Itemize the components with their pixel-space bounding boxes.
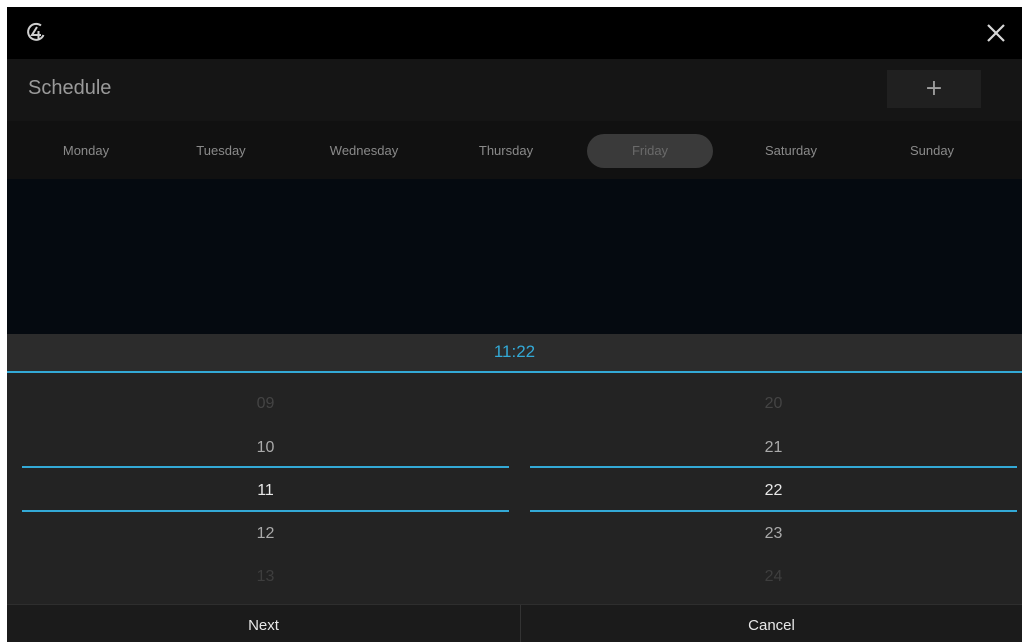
hour-option-selected[interactable]: 11 <box>22 482 509 500</box>
tab-thursday[interactable]: Thursday <box>447 134 565 168</box>
minute-selection-line-bottom <box>530 510 1017 512</box>
brand-logo-icon <box>27 22 45 41</box>
tab-tuesday[interactable]: Tuesday <box>162 134 280 168</box>
minute-selection-line-top <box>530 466 1017 468</box>
minute-option-selected[interactable]: 22 <box>530 482 1017 500</box>
minute-option[interactable]: 24 <box>530 568 1017 586</box>
app-window: Schedule + Monday Tuesday Wednesday Thur… <box>7 7 1022 642</box>
minute-option[interactable]: 20 <box>530 395 1017 413</box>
hour-option[interactable]: 12 <box>22 525 509 543</box>
hour-option[interactable]: 09 <box>22 395 509 413</box>
tab-saturday[interactable]: Saturday <box>732 134 850 168</box>
cancel-button[interactable]: Cancel <box>521 605 1022 642</box>
next-button[interactable]: Next <box>7 605 521 642</box>
selected-time: 11:22 <box>493 342 536 361</box>
hour-selection-line-top <box>22 466 509 468</box>
schedule-header: Schedule + <box>7 59 1022 121</box>
schedule-content-area <box>7 179 1022 334</box>
action-bar: Next Cancel <box>7 604 1022 642</box>
tab-friday[interactable]: Friday <box>587 134 713 168</box>
tab-monday[interactable]: Monday <box>27 134 145 168</box>
hour-option[interactable]: 13 <box>22 568 509 586</box>
hour-picker[interactable]: 09 10 11 12 13 <box>22 373 509 604</box>
tab-wednesday[interactable]: Wednesday <box>305 134 423 168</box>
minute-option[interactable]: 23 <box>530 525 1017 543</box>
minute-option[interactable]: 21 <box>530 439 1017 457</box>
time-picker: 09 10 11 12 13 20 21 22 23 24 <box>7 373 1022 604</box>
add-schedule-button[interactable]: + <box>887 70 981 108</box>
time-picker-header: 11:22 <box>7 334 1022 373</box>
close-icon[interactable] <box>984 21 1008 45</box>
top-bar <box>7 7 1022 59</box>
hour-option[interactable]: 10 <box>22 439 509 457</box>
day-tabs: Monday Tuesday Wednesday Thursday Friday… <box>7 121 1022 179</box>
hour-selection-line-bottom <box>22 510 509 512</box>
tab-sunday[interactable]: Sunday <box>873 134 991 168</box>
minute-picker[interactable]: 20 21 22 23 24 <box>530 373 1017 604</box>
page-title: Schedule <box>28 77 112 99</box>
